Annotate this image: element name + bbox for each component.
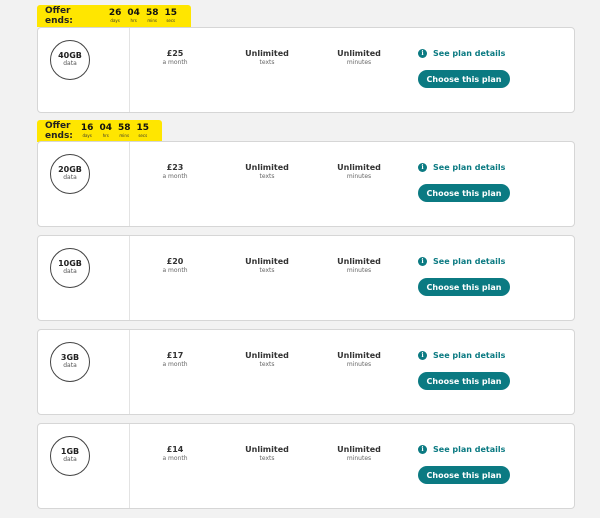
plan-card-10gb: 10GB data £20 a month Unlimited texts Unli…: [37, 235, 575, 321]
divider: [129, 424, 130, 508]
texts-allowance: Unlimited texts: [245, 49, 289, 66]
price: £23 a month: [162, 163, 188, 180]
countdown-secs: 15 secs: [136, 123, 150, 138]
info-icon: i: [418, 445, 427, 454]
texts-allowance: Unlimited texts: [245, 351, 289, 368]
minutes-allowance: Unlimited minutes: [337, 257, 381, 274]
offer-ends-label: Offer ends:: [45, 121, 73, 141]
plan-card-20gb: 20GB data £23 a month Unlimited texts Unli…: [37, 141, 575, 227]
minutes-allowance: Unlimited minutes: [337, 351, 381, 368]
texts-allowance: Unlimited texts: [245, 163, 289, 180]
see-plan-details-link[interactable]: i See plan details: [418, 257, 505, 266]
minutes-allowance: Unlimited minutes: [337, 445, 381, 462]
choose-plan-button[interactable]: Choose this plan: [418, 70, 510, 88]
data-allowance-badge: 20GB data: [50, 154, 90, 194]
see-plan-details-link[interactable]: i See plan details: [418, 49, 505, 58]
choose-plan-button[interactable]: Choose this plan: [418, 372, 510, 390]
choose-plan-button[interactable]: Choose this plan: [418, 466, 510, 484]
data-allowance-badge: 3GB data: [50, 342, 90, 382]
info-icon: i: [418, 257, 427, 266]
plan-card-3gb: 3GB data £17 a month Unlimited texts Unlim…: [37, 329, 575, 415]
countdown-days: 16 days: [80, 123, 94, 138]
countdown-mins: 58 mins: [145, 8, 159, 23]
choose-plan-button[interactable]: Choose this plan: [418, 184, 510, 202]
price: £17 a month: [162, 351, 188, 368]
countdown-days: 26 days: [108, 8, 122, 23]
price: £25 a month: [162, 49, 188, 66]
offer-ends-label: Offer ends:: [45, 6, 73, 26]
see-plan-details-link[interactable]: i See plan details: [418, 163, 505, 172]
texts-allowance: Unlimited texts: [245, 257, 289, 274]
offer-banner: Offer ends: 26 days 04 hrs 58 mins 15 secs: [37, 5, 191, 27]
see-plan-details-link[interactable]: i See plan details: [418, 351, 505, 360]
countdown-hrs: 04 hrs: [127, 8, 140, 23]
minutes-allowance: Unlimited minutes: [337, 49, 381, 66]
price: £14 a month: [162, 445, 188, 462]
data-allowance-badge: 40GB data: [50, 40, 90, 80]
plan-card-1gb: 1GB data £14 a month Unlimited texts Unlim…: [37, 423, 575, 509]
see-plan-details-link[interactable]: i See plan details: [418, 445, 505, 454]
plan-card-40gb: 40GB data £25 a month Unlimited texts Unli…: [37, 27, 575, 113]
countdown-mins: 58 mins: [117, 123, 131, 138]
choose-plan-button[interactable]: Choose this plan: [418, 278, 510, 296]
data-allowance-badge: 10GB data: [50, 248, 90, 288]
info-icon: i: [418, 49, 427, 58]
info-icon: i: [418, 351, 427, 360]
divider: [129, 28, 130, 112]
texts-allowance: Unlimited texts: [245, 445, 289, 462]
countdown-secs: 15 secs: [164, 8, 177, 23]
countdown-hrs: 04 hrs: [99, 123, 112, 138]
minutes-allowance: Unlimited minutes: [337, 163, 381, 180]
offer-banner: Offer ends: 16 days 04 hrs 58 mins 15 secs: [37, 120, 162, 142]
price: £20 a month: [162, 257, 188, 274]
divider: [129, 330, 130, 414]
info-icon: i: [418, 163, 427, 172]
divider: [129, 236, 130, 320]
data-allowance-badge: 1GB data: [50, 436, 90, 476]
divider: [129, 142, 130, 226]
